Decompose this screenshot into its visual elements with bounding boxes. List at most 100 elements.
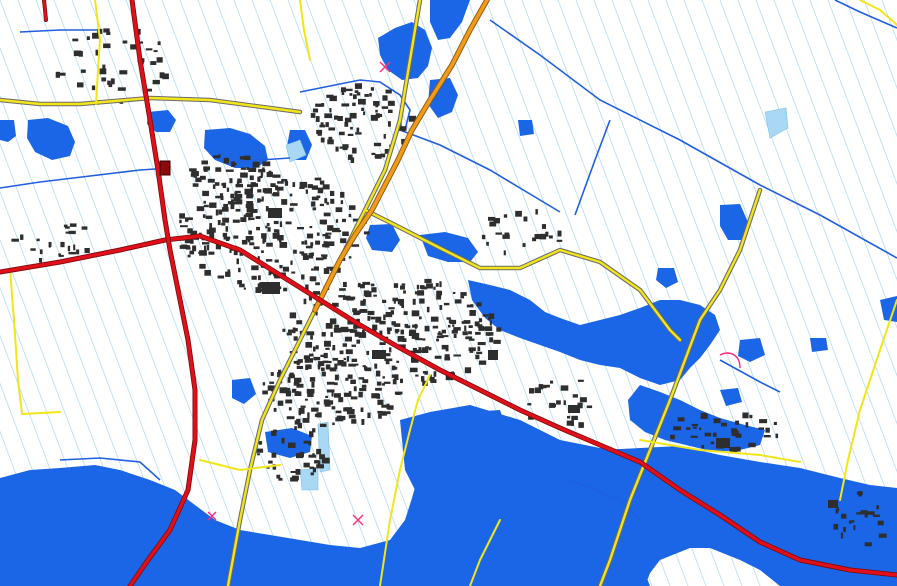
building: [296, 453, 304, 459]
building: [321, 371, 326, 377]
building: [373, 142, 382, 147]
building: [345, 349, 353, 355]
building: [527, 403, 532, 406]
building: [489, 320, 492, 326]
building: [430, 316, 439, 322]
building: [316, 232, 320, 236]
building: [378, 113, 383, 118]
building: [422, 338, 426, 341]
building: [412, 324, 418, 328]
building: [234, 191, 238, 197]
building: [710, 441, 714, 445]
building: [332, 348, 336, 351]
building: [351, 344, 356, 347]
building: [218, 209, 223, 215]
building: [291, 271, 296, 274]
building: [39, 249, 43, 255]
building: [503, 250, 506, 256]
building: [223, 203, 228, 210]
building: [342, 231, 349, 236]
building: [400, 285, 405, 290]
building: [255, 216, 261, 219]
building: [251, 275, 257, 280]
building: [477, 342, 486, 346]
building: [443, 302, 450, 306]
building: [290, 260, 293, 265]
building: [349, 296, 356, 300]
building: [30, 248, 36, 251]
building: [203, 204, 209, 208]
building: [843, 527, 846, 533]
building: [207, 178, 215, 183]
building: [421, 376, 425, 382]
building: [86, 36, 90, 40]
building: [306, 331, 315, 336]
building: [864, 542, 872, 547]
building: [80, 69, 86, 73]
building: [257, 288, 262, 291]
building: [321, 103, 325, 107]
building: [316, 464, 324, 469]
building: [343, 357, 347, 361]
building: [362, 329, 365, 334]
building: [353, 386, 357, 392]
building: [48, 244, 51, 248]
building: [340, 326, 349, 333]
building: [217, 275, 225, 279]
building: [324, 340, 331, 347]
building: [195, 177, 202, 183]
building: [221, 222, 226, 226]
building: [222, 232, 228, 237]
building: [58, 72, 66, 76]
landmark-marker[interactable]: [159, 160, 171, 176]
building: [249, 175, 254, 181]
building: [378, 413, 382, 419]
building: [354, 83, 362, 89]
building: [324, 402, 331, 407]
building: [414, 349, 422, 354]
building: [229, 178, 233, 184]
building: [317, 364, 321, 370]
building: [453, 354, 461, 357]
building: [763, 435, 771, 438]
building: [350, 157, 355, 163]
building: [289, 312, 297, 319]
building: [225, 169, 234, 172]
building: [373, 294, 377, 297]
building: [323, 212, 331, 217]
building: [435, 283, 439, 287]
building: [340, 238, 347, 244]
building: [370, 316, 376, 320]
building: [334, 382, 338, 386]
building: [348, 363, 356, 367]
building: [476, 302, 482, 307]
building: [198, 251, 205, 254]
building: [294, 391, 302, 396]
building: [316, 401, 320, 405]
building: [291, 475, 299, 481]
building: [356, 92, 361, 96]
building: [452, 291, 456, 294]
building: [334, 324, 340, 328]
building: [202, 214, 206, 218]
building: [305, 398, 308, 401]
building: [401, 283, 406, 286]
building: [412, 298, 416, 305]
flood-map-canvas[interactable]: [0, 0, 897, 586]
building: [204, 245, 207, 251]
building: [437, 332, 443, 336]
building: [196, 206, 205, 212]
building: [535, 388, 539, 392]
building: [283, 287, 288, 292]
building: [218, 154, 221, 157]
building: [338, 397, 344, 403]
building: [541, 384, 547, 389]
building: [436, 294, 442, 300]
building: [110, 78, 115, 85]
building: [350, 126, 353, 130]
building: [362, 379, 369, 384]
map-viewport[interactable]: [0, 0, 897, 586]
building-large: [372, 350, 386, 359]
building: [468, 325, 473, 328]
building: [349, 112, 357, 119]
